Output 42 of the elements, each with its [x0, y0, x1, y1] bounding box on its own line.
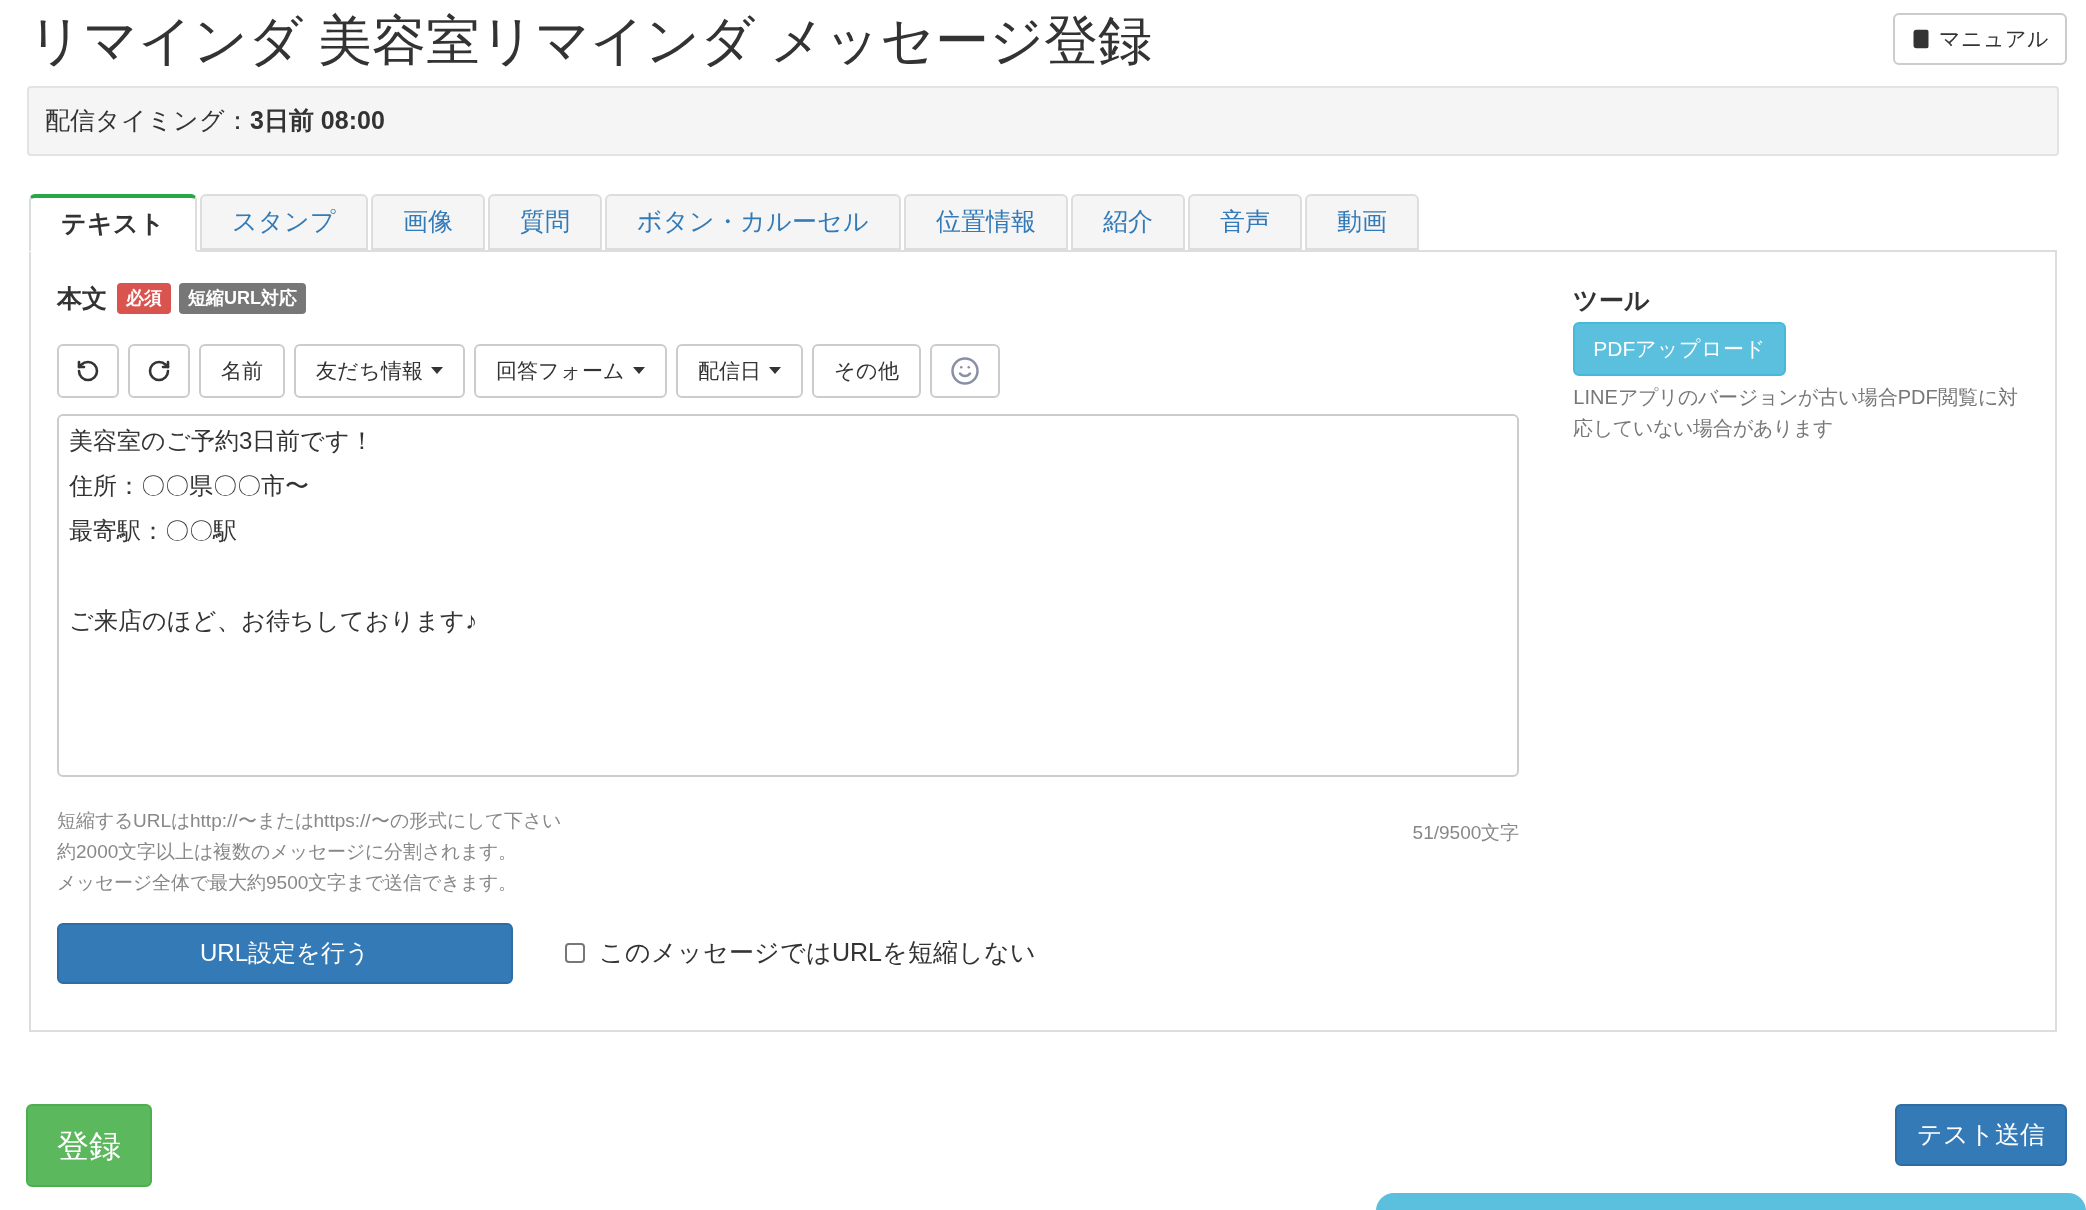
- tab[interactable]: 質問: [488, 194, 602, 250]
- tab[interactable]: テキスト: [29, 194, 197, 252]
- book-icon: [1911, 29, 1931, 49]
- caret-icon: [633, 367, 645, 374]
- checkbox[interactable]: [565, 943, 585, 963]
- tab[interactable]: 紹介: [1071, 194, 1185, 250]
- smiley-icon: [950, 355, 980, 386]
- tab[interactable]: スタンプ: [200, 194, 368, 250]
- undo-button[interactable]: [57, 343, 119, 398]
- badge: 必須: [117, 283, 171, 315]
- tab[interactable]: 画像: [371, 194, 485, 250]
- hint-text: 短縮するURLはhttp://〜またはhttps://〜の形式にして下さい: [57, 808, 561, 833]
- undo-icon: [76, 358, 100, 383]
- badge: 短縮URL対応: [179, 283, 306, 315]
- toolbar-button[interactable]: その他: [812, 343, 921, 398]
- tab[interactable]: 位置情報: [904, 194, 1068, 250]
- dropdown-button[interactable]: 回答フォーム: [474, 343, 667, 398]
- tools-note: LINEアプリのバージョンが古い場合PDF閲覧に対応していない場合があります: [1573, 384, 2019, 441]
- message-field[interactable]: 美容室のご予約3日前です！ 住所：〇〇県〇〇市〜 最寄駅：〇〇駅 ご来店のほど、お待ちしております♪: [57, 413, 1520, 777]
- caret-icon: [431, 367, 443, 374]
- hint-text: 約2000文字以上は複数のメッセージに分割されます。: [57, 839, 519, 864]
- register-button[interactable]: 登録: [26, 1104, 152, 1187]
- body-label: 本文: [57, 283, 107, 314]
- timing-text: 配信タイミング：3日前 08:00: [45, 105, 385, 137]
- checkbox-label: このメッセージではURLを短縮しない: [599, 937, 1036, 969]
- redo-icon: [147, 358, 171, 383]
- tab[interactable]: 動画: [1305, 194, 1419, 250]
- manual-button[interactable]: マニュアル: [1893, 13, 2067, 65]
- tab[interactable]: 音声: [1188, 194, 1302, 250]
- emoji-button[interactable]: [930, 343, 1000, 398]
- dropdown-button[interactable]: 配信日: [676, 343, 803, 398]
- redo-button[interactable]: [128, 343, 190, 398]
- char-count: 51/9500文字: [1412, 820, 1520, 845]
- test-send-button[interactable]: テスト送信: [1895, 1104, 2067, 1166]
- url-settings-button[interactable]: URL設定を行う: [57, 922, 513, 984]
- caret-icon: [769, 367, 781, 374]
- tools-title: ツール: [1573, 285, 1651, 316]
- page-title: リマインダ 美容室リマインダ メッセージ登録: [28, 9, 1152, 72]
- tab[interactable]: ボタン・カルーセル: [605, 194, 901, 250]
- toolbar-button[interactable]: 名前: [199, 343, 285, 398]
- hint-text: メッセージ全体で最大約9500文字まで送信できます。: [57, 870, 519, 895]
- dropdown-button[interactable]: 友だち情報: [294, 343, 465, 398]
